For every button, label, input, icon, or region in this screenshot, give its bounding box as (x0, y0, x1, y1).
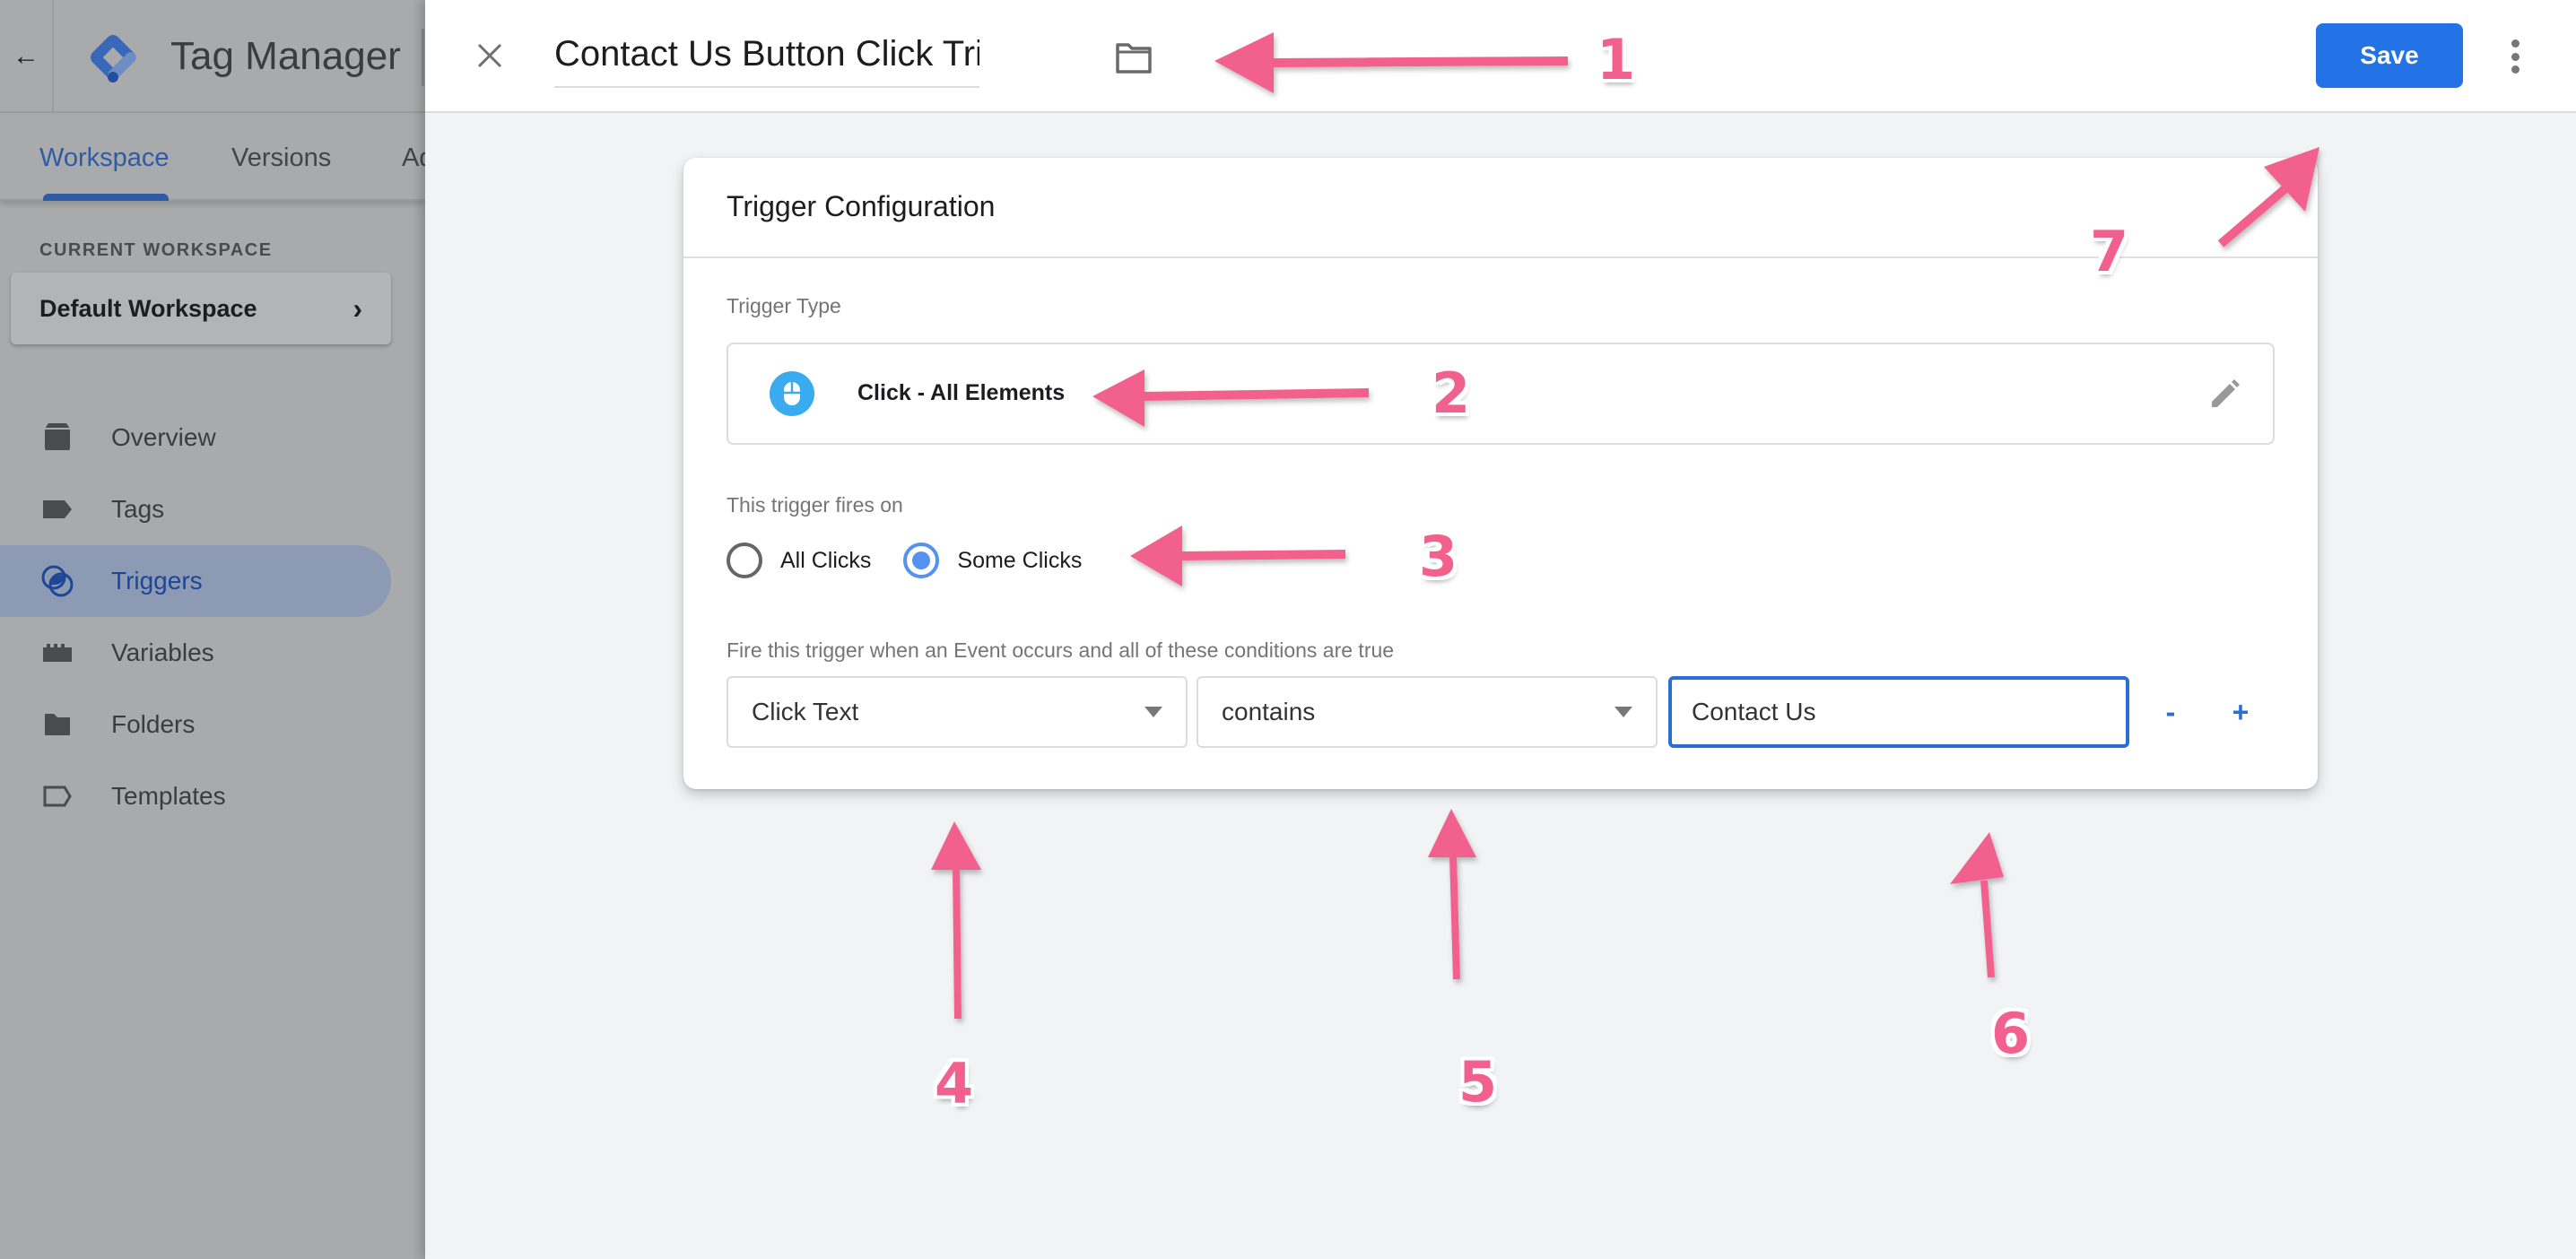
annotation-number-4: 4 (935, 1051, 974, 1116)
condition-value-input[interactable] (1668, 676, 2129, 748)
condition-row: Click Text contains - + (727, 676, 2258, 748)
sidebar-item-templates[interactable]: Templates (0, 760, 391, 832)
workspace-name: Default Workspace (39, 294, 257, 322)
trigger-type-label: Trigger Type (727, 294, 841, 317)
sidebar-item-overview[interactable]: Overview (0, 402, 391, 473)
annotation-number-3: 3 (1419, 524, 1458, 589)
trigger-configuration-card: Trigger Configuration Trigger Type Click… (683, 158, 2318, 789)
radio-dot (912, 551, 931, 569)
save-button[interactable]: Save (2316, 23, 2463, 88)
more-vert-dot (2511, 65, 2519, 74)
tag-manager-logo-icon (91, 35, 136, 82)
folder-icon[interactable] (1114, 39, 1153, 75)
annotation-number-6: 6 (1991, 1001, 2031, 1066)
sidebar-label: Overview (111, 423, 216, 451)
current-workspace-label: CURRENT WORKSPACE (39, 240, 273, 260)
more-vert-icon (2511, 39, 2519, 48)
more-vert-dot (2511, 52, 2519, 61)
panel-header: Save (425, 0, 2576, 113)
sidebar-label: Tags (111, 495, 165, 523)
overview-icon (45, 423, 70, 450)
annotation-number-5: 5 (1458, 1049, 1498, 1115)
sidebar-item-variables[interactable]: Variables (0, 617, 391, 689)
pencil-edit-icon[interactable] (2206, 377, 2242, 412)
variables-icon (43, 644, 72, 662)
annotation-number-2: 2 (1432, 360, 1471, 426)
radio-all-clicks[interactable]: All Clicks (727, 543, 871, 578)
variable-select-value: Click Text (752, 698, 859, 725)
card-title: Trigger Configuration (727, 190, 996, 222)
mouse-icon (770, 371, 814, 416)
fires-on-radio-group: All Clicks Some Clicks (727, 538, 1114, 583)
annotation-number-1: 1 (1597, 27, 1636, 92)
fires-on-label: This trigger fires on (727, 493, 903, 517)
tag-icon (43, 500, 72, 518)
card-divider (683, 256, 2318, 258)
trigger-name-input[interactable] (554, 27, 979, 88)
active-tab-indicator (43, 194, 169, 201)
sidebar-label: Templates (111, 782, 226, 810)
radio-label: Some Clicks (957, 547, 1083, 573)
sidebar-item-triggers[interactable]: Triggers (0, 545, 391, 617)
app-topbar: ← Tag Manager (0, 0, 425, 113)
header-divider (422, 29, 424, 86)
chevron-right-icon: › (352, 291, 362, 325)
trigger-icon (41, 565, 74, 597)
workspace-tabs: Workspace Versions Ad (0, 115, 433, 201)
annotation-number-7: 7 (2090, 219, 2129, 284)
tab-workspace[interactable]: Workspace (39, 143, 170, 173)
app-title: Tag Manager (170, 34, 401, 78)
remove-condition-button[interactable]: - (2153, 694, 2189, 730)
sidebar-label: Variables (111, 638, 214, 666)
close-button[interactable] (470, 36, 509, 75)
trigger-type-selector[interactable]: Click - All Elements (727, 343, 2275, 445)
radio-checked-icon (903, 543, 940, 578)
operator-select-value: contains (1222, 698, 1316, 725)
workspace-selector[interactable]: Default Workspace › (11, 273, 391, 344)
dropdown-arrow-icon (1614, 707, 1632, 717)
arrow-left-icon: ← (13, 41, 39, 71)
close-icon (477, 43, 502, 68)
more-options-button[interactable] (2502, 34, 2528, 79)
dropdown-arrow-icon (1144, 707, 1162, 717)
add-condition-button[interactable]: + (2223, 694, 2258, 730)
radio-some-clicks[interactable]: Some Clicks (903, 543, 1082, 578)
radio-label: All Clicks (780, 547, 872, 573)
sidebar-label: Folders (111, 710, 196, 738)
template-icon (43, 786, 72, 807)
trigger-editor-panel: Save Trigger Configuration Trigger Type … (425, 0, 2576, 1259)
sidebar-label: Triggers (111, 567, 203, 595)
folder-icon (45, 714, 70, 735)
operator-select[interactable]: contains (1197, 676, 1658, 748)
conditions-label: Fire this trigger when an Event occurs a… (727, 638, 1395, 662)
variable-select[interactable]: Click Text (727, 676, 1188, 748)
back-button[interactable]: ← (0, 0, 54, 113)
sidebar-item-folders[interactable]: Folders (0, 689, 391, 760)
background-app: ← Tag Manager Workspace Versions Ad CURR… (0, 0, 433, 1259)
sidebar-item-tags[interactable]: Tags (0, 473, 391, 545)
tab-versions[interactable]: Versions (231, 143, 331, 173)
radio-unchecked-icon (727, 543, 762, 578)
trigger-type-value: Click - All Elements (857, 380, 1066, 405)
